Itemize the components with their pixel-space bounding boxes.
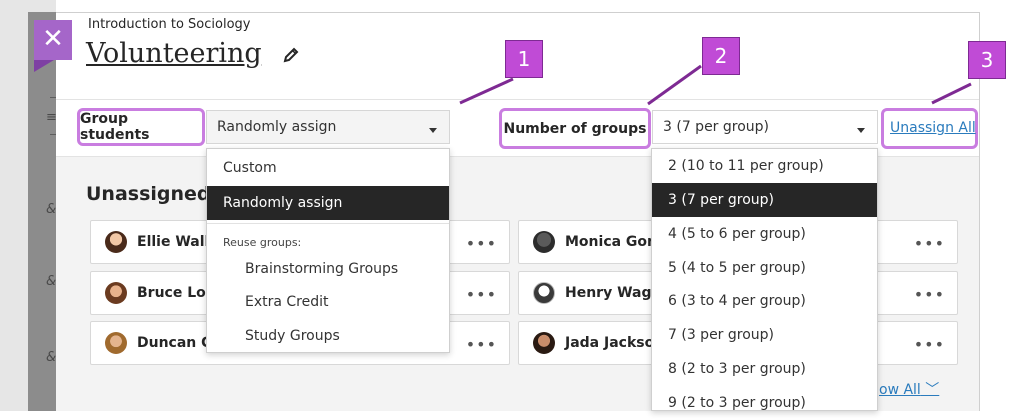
callout-2: 2	[702, 37, 740, 75]
callout-3: 3	[968, 41, 1006, 79]
callout-1: 1	[505, 40, 543, 78]
